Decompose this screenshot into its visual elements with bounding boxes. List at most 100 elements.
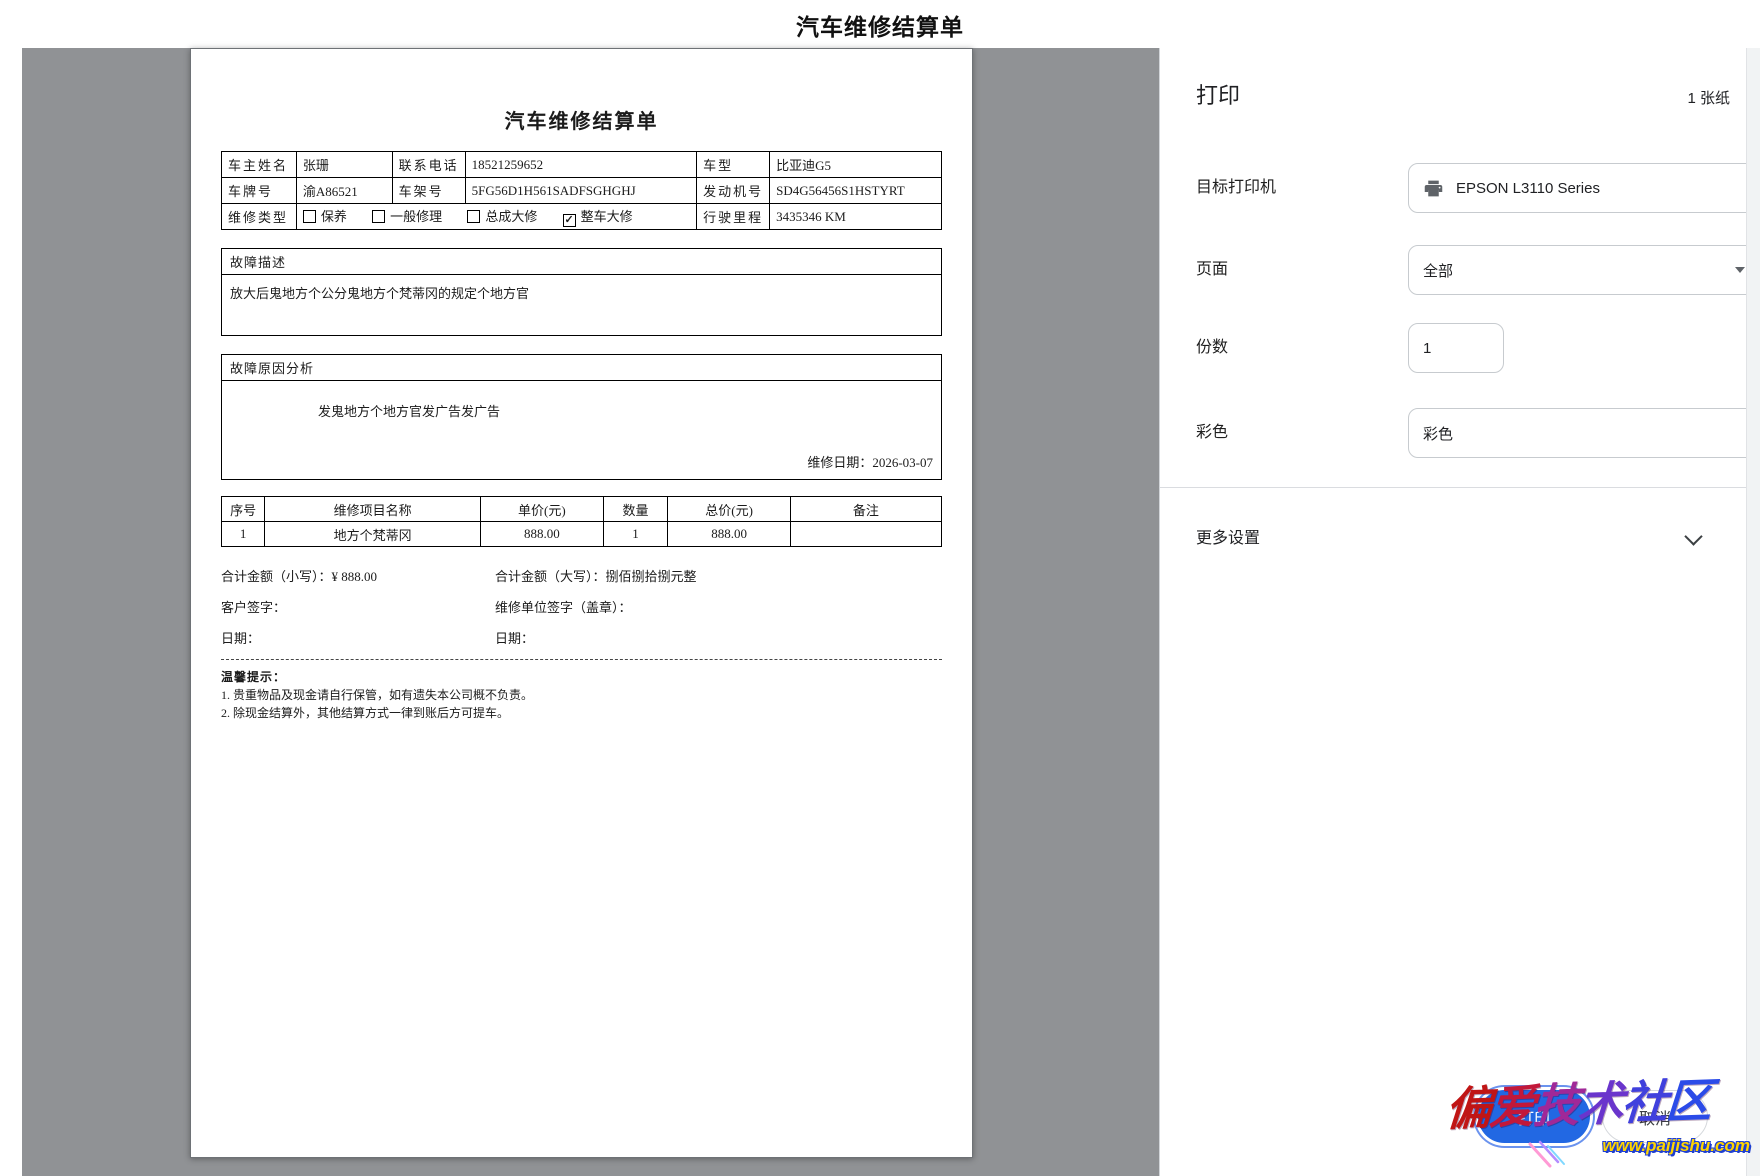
item-qty: 1	[603, 522, 668, 547]
date-label-right: 日期：	[495, 623, 534, 654]
repair-type-options: 保养 一般修理 总成大修 ✓ 整车大修	[296, 204, 696, 230]
print-button[interactable]: 打印	[1478, 1090, 1590, 1143]
mileage-value: 3435346 KM	[770, 204, 942, 230]
print-settings-panel: 打印 1 张纸 目标打印机 EPSON L3110 Series 页面 全部	[1160, 48, 1760, 1176]
option-label: 一般修理	[390, 209, 442, 224]
fault-analysis-body: 发鬼地方个地方官发广告发广告 维修日期：2026-03-07	[222, 381, 941, 479]
item-no: 1	[222, 522, 265, 547]
table-row: 维修类型 保养 一般修理 总成大修 ✓整车大修	[222, 204, 942, 230]
items-header-row: 序号 维修项目名称 单价(元) 数量 总价(元) 备注	[222, 497, 942, 522]
caret-down-icon	[1735, 267, 1745, 273]
panel-scrollbar[interactable]	[1746, 48, 1760, 1176]
phone-value: 18521259652	[465, 152, 696, 178]
checkbox-unchecked-icon	[372, 210, 385, 223]
cancel-button[interactable]: 取消	[1602, 1090, 1708, 1143]
repair-items-table: 序号 维修项目名称 单价(元) 数量 总价(元) 备注 1 地方个梵蒂冈 888…	[221, 496, 942, 547]
copies-input[interactable]: 1	[1408, 323, 1504, 373]
signature-row: 客户签字： 维修单位签字（盖章）：	[221, 592, 942, 623]
owner-label: 车主姓名	[222, 152, 297, 178]
checkbox-unchecked-icon	[467, 210, 480, 223]
vin-label: 车架号	[392, 178, 465, 204]
plate-label: 车牌号	[222, 178, 297, 204]
col-header: 备注	[790, 497, 941, 522]
option-label: 保养	[321, 209, 347, 224]
fault-description-box: 故障描述 放大后鬼地方个公分鬼地方个梵蒂冈的规定个地方官	[221, 248, 942, 336]
print-dialog-window: 汽车维修结算单 汽车维修结算单 车主姓名 张珊 联系电话 18521259652…	[0, 0, 1760, 1176]
destination-value: EPSON L3110 Series	[1456, 180, 1600, 197]
window-title: 汽车维修结算单	[0, 8, 1760, 42]
item-total-price: 888.00	[668, 522, 790, 547]
copies-value: 1	[1423, 340, 1431, 357]
tips-section: 温馨提示： 1. 贵重物品及现金请自行保管，如有遗失本公司概不负责。 2. 除现…	[221, 668, 942, 722]
print-preview-page: 汽车维修结算单 车主姓名 张珊 联系电话 18521259652 车型 比亚迪G…	[190, 48, 973, 1158]
color-select[interactable]: 彩色	[1408, 408, 1760, 458]
tips-title: 温馨提示：	[221, 668, 942, 686]
checkbox-unchecked-icon	[303, 210, 316, 223]
table-row: 车牌号 渝A86521 车架号 5FG56D1H561SADFSGHGHJ 发动…	[222, 178, 942, 204]
document-title: 汽车维修结算单	[221, 105, 942, 134]
destination-select[interactable]: EPSON L3110 Series	[1408, 163, 1760, 213]
repair-date-line: 维修日期：2026-03-07	[807, 452, 933, 471]
color-value: 彩色	[1423, 423, 1453, 444]
fault-analysis-content: 发鬼地方个地方官发广告发广告	[230, 389, 933, 420]
amount-row: 合计金额（小写）：¥ 888.00 合计金额（大写）：捌佰捌拾捌元整	[221, 561, 942, 592]
dashed-divider	[221, 659, 942, 660]
item-name: 地方个梵蒂冈	[265, 522, 481, 547]
model-label: 车型	[697, 152, 770, 178]
panel-divider	[1160, 487, 1747, 488]
plate-value: 渝A86521	[296, 178, 392, 204]
repair-date-value: 2026-03-07	[872, 455, 933, 470]
panel-header: 打印 1 张纸	[1196, 78, 1730, 110]
panel-title: 打印	[1196, 78, 1240, 110]
mileage-label: 行驶里程	[697, 204, 770, 230]
checkbox-checked-icon: ✓	[563, 214, 576, 227]
option-label: 总成大修	[485, 209, 537, 224]
amount-lowercase: 合计金额（小写）：¥ 888.00	[221, 569, 377, 584]
engine-label: 发动机号	[697, 178, 770, 204]
copies-label: 份数	[1196, 323, 1228, 373]
owner-value: 张珊	[296, 152, 392, 178]
vin-value: 5FG56D1H561SADFSGHGHJ	[465, 178, 696, 204]
items-data-row: 1 地方个梵蒂冈 888.00 1 888.00	[222, 522, 942, 547]
color-label: 彩色	[1196, 408, 1228, 458]
pages-value: 全部	[1423, 260, 1453, 281]
col-header: 总价(元)	[668, 497, 790, 522]
fault-analysis-box: 故障原因分析 发鬼地方个地方官发广告发广告 维修日期：2026-03-07	[221, 354, 942, 480]
model-value: 比亚迪G5	[770, 152, 942, 178]
shop-signature-label: 维修单位签字（盖章）：	[495, 592, 632, 623]
repair-type-option: 保养	[303, 206, 347, 225]
more-settings-toggle[interactable]: 更多设置	[1196, 522, 1700, 556]
col-header: 数量	[603, 497, 668, 522]
customer-signature-label: 客户签字：	[221, 600, 286, 615]
window-title-bar: 汽车维修结算单	[0, 0, 1760, 48]
pages-select[interactable]: 全部	[1408, 245, 1760, 295]
item-remark	[790, 522, 941, 547]
col-header: 序号	[222, 497, 265, 522]
sheet-count: 1 张纸	[1687, 87, 1730, 108]
more-settings-label: 更多设置	[1196, 530, 1260, 547]
fault-analysis-title: 故障原因分析	[222, 355, 941, 381]
document-content: 汽车维修结算单 车主姓名 张珊 联系电话 18521259652 车型 比亚迪G…	[191, 105, 972, 722]
color-row: 彩色 彩色	[1196, 408, 1740, 458]
col-header: 单价(元)	[481, 497, 603, 522]
option-label: 整车大修	[581, 209, 633, 224]
printer-icon	[1423, 178, 1444, 199]
copies-row: 份数 1	[1196, 323, 1740, 373]
table-row: 车主姓名 张珊 联系电话 18521259652 车型 比亚迪G5	[222, 152, 942, 178]
pages-label: 页面	[1196, 245, 1228, 295]
repair-date-label: 维修日期：	[807, 455, 872, 470]
fault-description-content: 放大后鬼地方个公分鬼地方个梵蒂冈的规定个地方官	[222, 275, 941, 335]
repair-type-option: 一般修理	[372, 206, 442, 225]
totals-section: 合计金额（小写）：¥ 888.00 合计金额（大写）：捌佰捌拾捌元整 客户签字：…	[221, 561, 942, 654]
repair-type-option: ✓ 整车大修	[563, 206, 633, 227]
fault-description-title: 故障描述	[222, 249, 941, 275]
chevron-down-icon	[1684, 527, 1702, 545]
phone-label: 联系电话	[392, 152, 465, 178]
item-unit-price: 888.00	[481, 522, 603, 547]
repair-type-option: 总成大修	[467, 206, 537, 225]
destination-label: 目标打印机	[1196, 163, 1276, 213]
date-label-left: 日期：	[221, 631, 260, 646]
pages-row: 页面 全部	[1196, 245, 1740, 295]
col-header: 维修项目名称	[265, 497, 481, 522]
amount-uppercase: 合计金额（大写）：捌佰捌拾捌元整	[495, 561, 697, 592]
